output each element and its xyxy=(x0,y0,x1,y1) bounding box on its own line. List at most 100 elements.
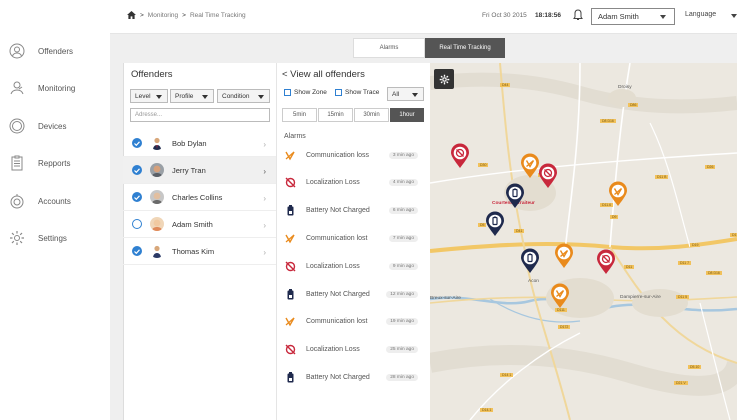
breadcrumb-item-monitoring[interactable]: Monitoring xyxy=(148,12,178,19)
alarm-item[interactable]: Battery Not Charged 12 min ago xyxy=(284,283,422,305)
alarm-time-badge: 25 min ago xyxy=(386,346,418,354)
localization-loss-icon xyxy=(284,177,296,189)
road-label: D1 xyxy=(730,233,737,237)
road-label: D8 D16 xyxy=(706,271,722,275)
chevron-down-icon xyxy=(660,15,666,19)
current-date: Fri Oct 30 2015 xyxy=(482,12,527,19)
checked-icon[interactable] xyxy=(132,138,142,148)
alarm-text: Communication loss xyxy=(306,151,370,159)
language-chevron-icon xyxy=(731,14,737,18)
nav-item-monitoring[interactable]: Monitoring xyxy=(0,76,110,100)
alarms-heading: Alarms xyxy=(284,133,306,140)
condition-filter[interactable]: Condition xyxy=(217,89,270,103)
range-1hour-label: 1hour xyxy=(399,112,415,118)
level-filter-label: Level xyxy=(135,92,151,100)
localization-alarm-pin-icon[interactable] xyxy=(596,249,616,275)
alarm-time-badge: 12 min ago xyxy=(386,290,418,298)
alarm-text: Battery Not Charged xyxy=(306,207,370,215)
show-zone-checkbox[interactable]: Show Zone xyxy=(284,89,327,96)
communication-alarm-pin-icon[interactable] xyxy=(608,181,628,207)
alarm-item[interactable]: Localization Loss 9 min ago xyxy=(284,255,422,277)
alarm-item[interactable]: Battery Not Charged 28 min ago xyxy=(284,366,422,388)
offender-row[interactable]: Jerry Tran › xyxy=(123,157,276,184)
show-trace-checkbox[interactable]: Show Trace xyxy=(335,89,379,96)
user-dropdown[interactable]: Adam Smith xyxy=(591,8,675,25)
communication-alarm-pin-icon[interactable] xyxy=(554,243,574,269)
language-dropdown[interactable]: Language xyxy=(685,11,716,18)
road-label: D86 xyxy=(628,103,639,107)
battery-icon xyxy=(284,288,296,300)
communication-alarm-pin-icon[interactable] xyxy=(550,283,570,309)
road-label: D11 5 xyxy=(676,295,690,299)
offender-row[interactable]: Adam Smith › xyxy=(123,211,276,238)
localization-alarm-pin-icon[interactable] xyxy=(450,143,470,169)
alarm-item[interactable]: Communication loss 3 min ago xyxy=(284,144,422,166)
range-5min-label: 5min xyxy=(292,112,306,118)
all-select[interactable]: All xyxy=(387,87,424,101)
avatar xyxy=(150,190,164,204)
range-5min-button[interactable]: 5min xyxy=(282,108,317,122)
range-30min-button[interactable]: 30min xyxy=(354,108,389,122)
battery-alarm-pin-icon[interactable] xyxy=(520,248,540,274)
nav-item-devices[interactable]: Devices xyxy=(0,114,110,138)
nav-item-accounts[interactable]: Accounts xyxy=(0,189,110,213)
offender-icon xyxy=(9,43,25,59)
road-label: D11 B xyxy=(655,175,669,179)
alarm-time-badge: 3 min ago xyxy=(388,151,418,159)
gear-icon xyxy=(9,230,25,246)
checked-icon[interactable] xyxy=(132,165,142,175)
level-filter[interactable]: Level xyxy=(130,89,168,103)
alarm-time-badge: 4 min ago xyxy=(388,179,418,187)
offender-name: Jerry Tran xyxy=(172,165,206,175)
alarm-item[interactable]: Localization Loss 25 min ago xyxy=(284,339,422,361)
nav-item-settings[interactable]: Settings xyxy=(0,226,110,250)
alarm-item[interactable]: Communication lost 7 min ago xyxy=(284,227,422,249)
checkbox-icon xyxy=(335,89,342,96)
battery-alarm-pin-icon[interactable] xyxy=(485,211,505,237)
range-30min-label: 30min xyxy=(363,112,380,118)
view-all-offenders-link[interactable]: < View all offenders xyxy=(282,69,365,80)
alarm-item[interactable]: Battery Not Charged 6 min ago xyxy=(284,200,422,222)
chevron-right-icon: › xyxy=(263,221,266,230)
nav-label-accounts: Accounts xyxy=(38,196,71,206)
communication-alarm-pin-icon[interactable] xyxy=(520,153,540,179)
device-icon xyxy=(9,118,25,134)
address-input[interactable]: Adresse... xyxy=(130,108,270,122)
alarm-item[interactable]: Communication lost 19 min ago xyxy=(284,311,422,333)
map[interactable]: Droisy Courtenne Traiteur Acon Breux-sur-Ai… xyxy=(430,63,737,420)
nav-item-repports[interactable]: Repports xyxy=(0,151,110,175)
nav-label-offenders: Offenders xyxy=(38,46,73,56)
accounts-icon xyxy=(9,193,25,209)
left-nav: Offenders Monitoring Devices Repports Ac… xyxy=(0,0,110,420)
nav-item-offenders[interactable]: Offenders xyxy=(0,39,110,63)
unchecked-icon[interactable] xyxy=(132,219,142,229)
offender-row[interactable]: Thomas Kim › xyxy=(123,238,276,265)
panel-divider xyxy=(276,63,277,420)
checkbox-icon xyxy=(284,89,291,96)
offender-row[interactable]: Charles Collins › xyxy=(123,184,276,211)
gear-icon xyxy=(439,74,449,84)
road-label: D19 xyxy=(690,243,701,247)
battery-icon xyxy=(284,371,296,383)
map-settings-button[interactable] xyxy=(434,69,454,89)
battery-alarm-pin-icon[interactable] xyxy=(505,183,525,209)
profile-filter-label: Profile xyxy=(175,92,194,100)
tab-real-time-tracking[interactable]: Real Time Tracking xyxy=(425,38,505,58)
bell-icon[interactable] xyxy=(573,9,583,21)
alarm-item[interactable]: Localization Loss 4 min ago xyxy=(284,172,422,194)
checked-icon[interactable] xyxy=(132,192,142,202)
avatar xyxy=(150,217,164,231)
range-15min-button[interactable]: 15min xyxy=(318,108,353,122)
offender-row[interactable]: Bob Dylan › xyxy=(123,130,276,157)
tab-alarms-label: Alarms xyxy=(379,45,399,51)
offender-name: Adam Smith xyxy=(172,219,213,229)
localization-alarm-pin-icon[interactable] xyxy=(538,163,558,189)
monitoring-icon xyxy=(9,80,25,96)
home-icon[interactable] xyxy=(127,11,136,19)
road-label: D11 xyxy=(624,265,635,269)
range-1hour-button[interactable]: 1hour xyxy=(390,108,424,122)
tab-alarms[interactable]: Alarms xyxy=(353,38,425,58)
profile-filter[interactable]: Profile xyxy=(170,89,214,103)
road-label: D21 V xyxy=(674,381,688,385)
checked-icon[interactable] xyxy=(132,246,142,256)
